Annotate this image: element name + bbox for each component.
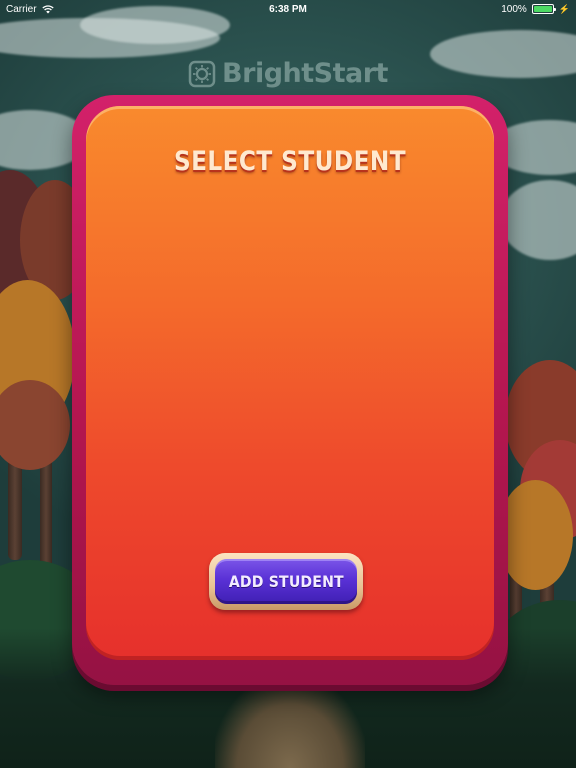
carrier-label: Carrier xyxy=(6,3,37,15)
battery-percent: 100% xyxy=(501,3,527,15)
charging-icon: ⚡ xyxy=(558,3,570,14)
battery-fill xyxy=(533,6,552,12)
battery-icon xyxy=(531,4,556,14)
clock: 6:38 PM xyxy=(269,3,307,15)
add-student-button-face[interactable]: ADD STUDENT xyxy=(215,559,357,604)
status-right: 100% ⚡ xyxy=(501,4,570,15)
dirt-path xyxy=(215,678,365,768)
status-bar: Carrier 6:38 PM 100% ⚡ xyxy=(0,0,576,18)
brightstart-logo-icon xyxy=(188,60,216,87)
app-logo: BrightStart xyxy=(0,58,576,89)
add-student-button-label: ADD STUDENT xyxy=(228,572,344,591)
cloud xyxy=(500,180,576,260)
wifi-icon xyxy=(41,4,54,13)
card-title: SELECT STUDENT xyxy=(173,146,407,177)
tree-canopy xyxy=(498,480,573,590)
status-left: Carrier xyxy=(6,4,54,15)
add-student-button[interactable]: ADD STUDENT xyxy=(209,553,363,610)
logo-text: BrightStart xyxy=(222,58,388,89)
